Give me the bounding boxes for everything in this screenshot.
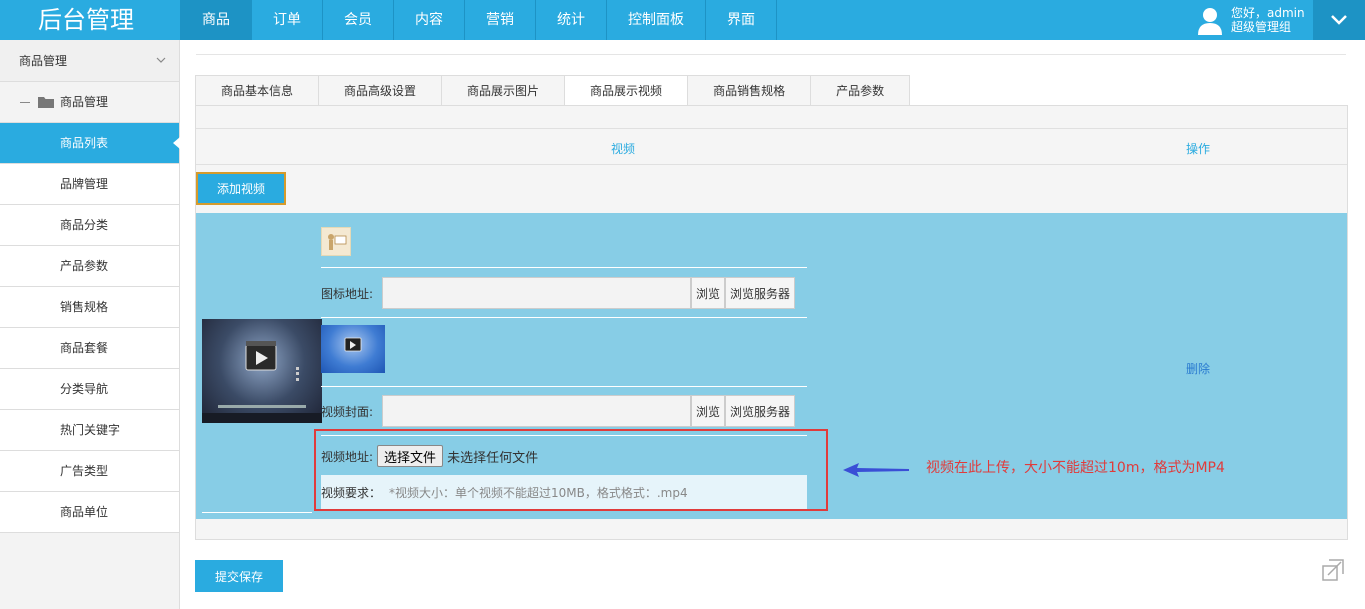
user-avatar-icon <box>1198 8 1222 35</box>
tab-display-images[interactable]: 商品展示图片 <box>441 75 565 106</box>
sidebar-item-categories[interactable]: 商品分类 <box>0 205 179 246</box>
user-role: 超级管理组 <box>1231 20 1292 34</box>
sidebar-item-goods-list[interactable]: 商品列表 <box>0 123 180 164</box>
annotation-highlight-box <box>314 429 828 511</box>
nav-item-goods[interactable]: 商品 <box>180 0 251 40</box>
column-header-video: 视频 <box>611 142 636 156</box>
nav-item-stats[interactable]: 统计 <box>535 0 606 40</box>
tab-bar: 商品基本信息 商品高级设置 商品展示图片 商品展示视频 商品销售规格 产品参数 <box>195 75 911 106</box>
delete-link[interactable]: 删除 <box>1186 360 1210 377</box>
tab-sales-specs[interactable]: 商品销售规格 <box>687 75 811 106</box>
sidebar-item-brands[interactable]: 品牌管理 <box>0 164 179 205</box>
sidebar-item-hot-keywords[interactable]: 热门关键字 <box>0 410 179 451</box>
annotation-note: 视频在此上传，大小不能超过10m，格式为MP4 <box>926 460 1225 476</box>
cover-url-input[interactable] <box>382 395 691 427</box>
nav-item-orders[interactable]: 订单 <box>251 0 322 40</box>
cover-browse-server-button[interactable]: 浏览服务器 <box>725 395 796 427</box>
sidebar: 商品管理 商品管理 商品列表 品牌管理 商品分类 产品参数 销售规格 商品套餐 … <box>0 40 180 609</box>
sidebar-item-product-params[interactable]: 产品参数 <box>0 246 179 287</box>
figure-icon <box>328 234 347 250</box>
cover-url-label: 视频封面: <box>321 404 374 419</box>
play-icon <box>245 341 277 371</box>
top-bar: 后台管理 商品 订单 会员 内容 营销 统计 控制面板 界面 您好，admin … <box>0 0 1365 40</box>
icon-url-label: 图标地址: <box>321 286 374 301</box>
nav-item-members[interactable]: 会员 <box>322 0 393 40</box>
sidebar-item-packages[interactable]: 商品套餐 <box>0 328 179 369</box>
sidebar-section-title: 商品管理 <box>19 54 68 68</box>
breadcrumb-divider <box>196 54 1346 55</box>
cover-browse-button[interactable]: 浏览 <box>691 395 726 427</box>
play-icon <box>344 337 362 352</box>
user-greeting: 您好，admin <box>1231 6 1305 20</box>
submit-save-button[interactable]: 提交保存 <box>195 560 283 592</box>
sidebar-group-label: 商品管理 <box>60 94 109 109</box>
tab-display-video[interactable]: 商品展示视频 <box>564 75 688 106</box>
nav-item-control-panel[interactable]: 控制面板 <box>606 0 705 40</box>
sidebar-item-sales-specs[interactable]: 销售规格 <box>0 287 179 328</box>
sidebar-section-header[interactable]: 商品管理 <box>0 40 179 82</box>
icon-url-row: 图标地址: 浏览 浏览服务器 <box>321 277 807 309</box>
cover-url-row: 视频封面: 浏览 浏览服务器 <box>321 395 807 427</box>
column-header-actions: 操作 <box>1186 142 1211 156</box>
icon-browse-button[interactable]: 浏览 <box>691 277 726 309</box>
tab-product-params[interactable]: 产品参数 <box>810 75 911 106</box>
icon-url-input[interactable] <box>382 277 691 309</box>
sidebar-item-category-nav[interactable]: 分类导航 <box>0 369 179 410</box>
folder-icon <box>38 97 54 108</box>
resize-icon[interactable] <box>1322 559 1344 581</box>
user-menu-toggle[interactable] <box>1313 0 1365 40</box>
user-info[interactable]: 您好，admin 超级管理组 <box>1195 3 1305 37</box>
nav-item-content[interactable]: 内容 <box>393 0 464 40</box>
table-header: 视频 操作 <box>196 128 1347 165</box>
tab-basic-info[interactable]: 商品基本信息 <box>195 75 319 106</box>
sidebar-item-units[interactable]: 商品单位 <box>0 492 179 533</box>
sidebar-item-ad-types[interactable]: 广告类型 <box>0 451 179 492</box>
chevron-down-icon <box>156 57 166 63</box>
main-nav: 商品 订单 会员 内容 营销 统计 控制面板 界面 <box>180 0 777 40</box>
nav-item-interface[interactable]: 界面 <box>705 0 777 40</box>
icon-thumbnail <box>321 227 351 256</box>
collapse-dash-icon <box>20 101 30 103</box>
arrow-left-icon <box>843 463 909 477</box>
sidebar-group-goods[interactable]: 商品管理 <box>0 82 179 123</box>
icon-browse-server-button[interactable]: 浏览服务器 <box>725 277 796 309</box>
add-video-button[interactable]: 添加视频 <box>196 172 286 205</box>
breadcrumb <box>196 40 456 45</box>
chevron-down-icon <box>1331 15 1347 25</box>
video-preview[interactable] <box>202 319 322 423</box>
app-title: 后台管理 <box>38 6 134 34</box>
nav-item-marketing[interactable]: 营销 <box>464 0 535 40</box>
cover-thumbnail <box>321 325 385 373</box>
main-content: 商品基本信息 商品高级设置 商品展示图片 商品展示视频 商品销售规格 产品参数 … <box>181 40 1365 609</box>
tab-advanced-settings[interactable]: 商品高级设置 <box>318 75 442 106</box>
